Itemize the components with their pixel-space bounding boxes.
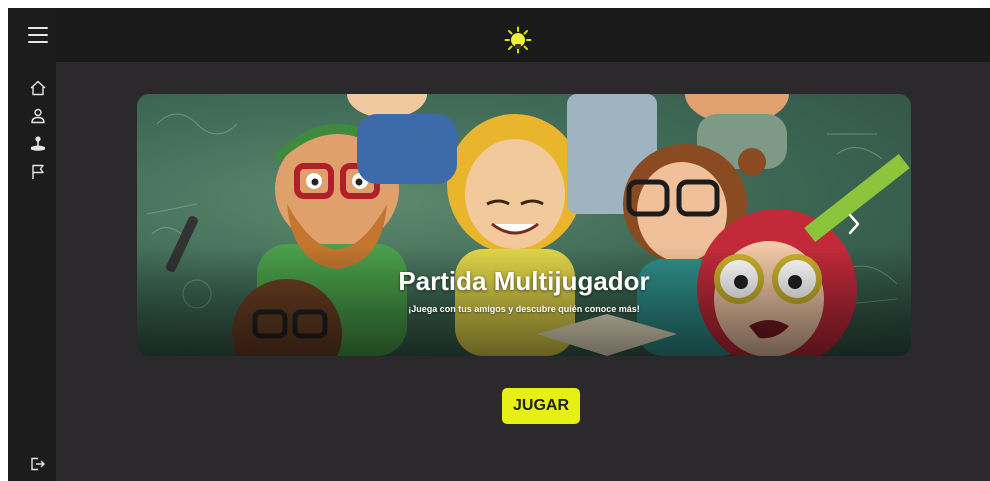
game-mode-banner: Partida Multijugador ¡Juega con tus amig… xyxy=(137,94,911,356)
sidebar xyxy=(8,8,56,481)
user-icon[interactable] xyxy=(29,107,47,125)
flag-icon[interactable] xyxy=(29,163,47,181)
chevron-right-icon[interactable] xyxy=(847,212,861,236)
banner-title: Partida Multijugador xyxy=(398,266,650,296)
banner-subtitle: ¡Juega con tus amigos y descubre quién c… xyxy=(408,304,640,314)
logout-icon[interactable] xyxy=(29,455,47,473)
banner-shade xyxy=(137,246,911,356)
lightbulb-sun-icon xyxy=(504,26,532,54)
play-button[interactable]: JUGAR xyxy=(502,388,580,424)
hamburger-menu-icon[interactable] xyxy=(28,27,48,43)
main-content: Partida Multijugador ¡Juega con tus amig… xyxy=(56,62,990,481)
top-bar xyxy=(56,8,990,62)
joystick-icon[interactable] xyxy=(29,135,47,153)
app-window: Partida Multijugador ¡Juega con tus amig… xyxy=(8,8,990,481)
home-icon[interactable] xyxy=(29,79,47,97)
